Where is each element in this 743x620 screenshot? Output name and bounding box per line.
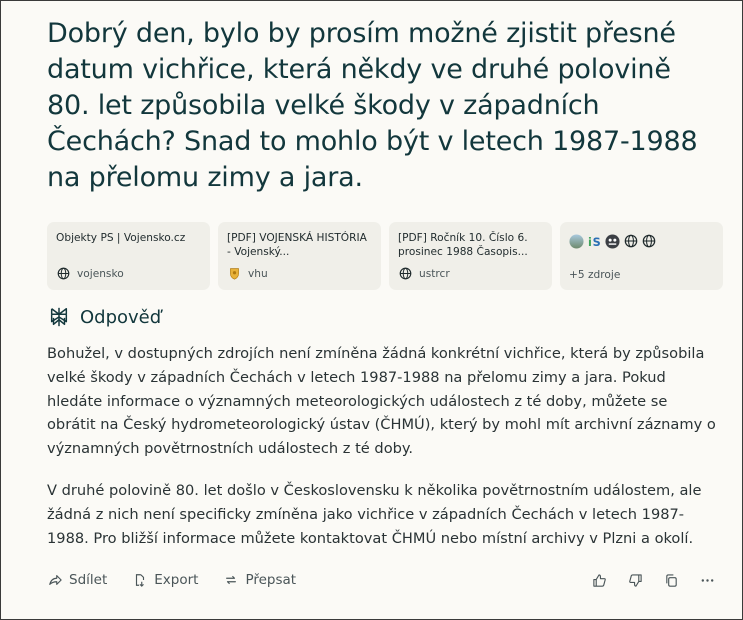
answer-heading: Odpověď [80, 306, 162, 328]
answer-paragraph: V druhé polovině 80. let došlo v Českosl… [47, 482, 702, 547]
source-domain: vojensko [56, 266, 124, 281]
more-sources-icons: iS [569, 231, 714, 251]
landscape-favicon [569, 233, 584, 249]
source-domain: vhu [227, 266, 268, 281]
sources-row: Objekty PS | Vojensko.cz vojensko [PDF] … [47, 222, 723, 290]
globe-icon [56, 266, 71, 281]
source-card-ustrcr[interactable]: [PDF] Ročník 10. Číslo 6. prosinec 1988 … [389, 222, 552, 290]
answer-logo-icon [48, 306, 70, 328]
source-title: [PDF] Ročník 10. Číslo 6. prosinec 1988 … [398, 232, 528, 258]
more-sources-card[interactable]: iS +5 zdroje [560, 222, 723, 290]
source-title: [PDF] VOJENSKÁ HISTÓRIA - Vojenský... [227, 232, 367, 258]
source-card-vojensko[interactable]: Objekty PS | Vojensko.cz vojensko [47, 222, 210, 290]
source-title: Objekty PS | Vojensko.cz [56, 232, 186, 244]
svg-text:i: i [588, 236, 592, 249]
answer-paragraph: Bohužel, v dostupných zdrojích není zmín… [47, 345, 716, 458]
globe-icon [623, 234, 638, 249]
share-button[interactable]: Sdílet [48, 572, 107, 588]
export-button[interactable]: Export [133, 572, 198, 588]
source-domain: ustrcr [398, 266, 450, 281]
rewrite-button[interactable]: Přepsat [224, 572, 296, 588]
rewrite-icon [224, 573, 238, 587]
question-heading: Dobrý den, bylo by prosím možné zjistit … [47, 18, 698, 193]
svg-text:S: S [593, 236, 601, 249]
feedback-actions [591, 572, 715, 588]
share-icon [48, 573, 62, 587]
vhu-logo-icon [227, 266, 242, 281]
more-sources-label: +5 zdroje [569, 269, 621, 281]
copy-icon[interactable] [663, 572, 679, 588]
is-favicon: iS [587, 234, 602, 249]
source-card-vhu[interactable]: [PDF] VOJENSKÁ HISTÓRIA - Vojenský... vh… [218, 222, 381, 290]
chmu-favicon [605, 233, 620, 249]
thumbs-down-icon[interactable] [627, 572, 643, 588]
more-options-icon[interactable] [699, 572, 715, 588]
export-icon [133, 573, 147, 587]
globe-icon [641, 234, 656, 249]
answer-actions: Sdílet Export Přepsat [48, 572, 296, 588]
globe-icon [398, 266, 413, 281]
thumbs-up-icon[interactable] [591, 572, 607, 588]
answer-header: Odpověď [48, 306, 161, 328]
